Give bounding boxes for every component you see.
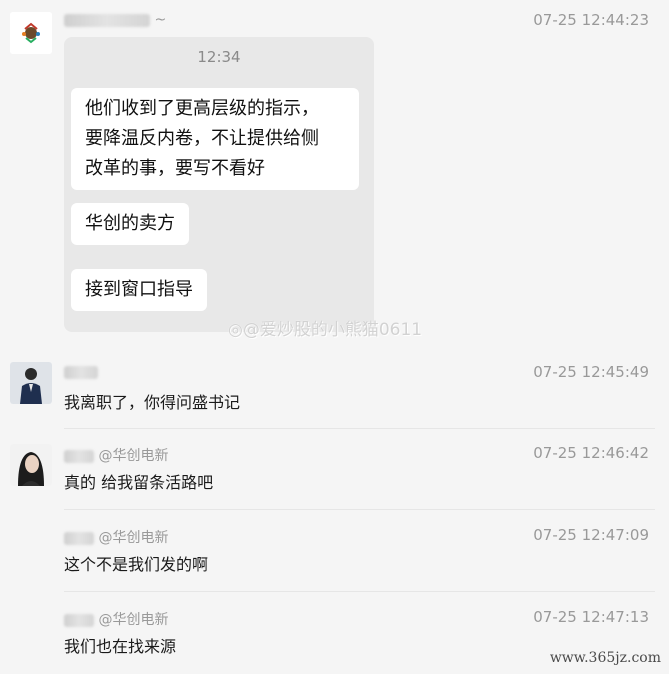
chat-history: ~ 07-25 12:44:23 12:34 他们收到了更高层级的指示， 要降温…	[0, 0, 669, 674]
sender-name: @华创电新	[64, 445, 168, 465]
message-timestamp: 07-25 12:46:42	[533, 444, 649, 462]
sender-name: ~	[64, 12, 166, 28]
weibo-eye-icon: ◎	[228, 320, 243, 340]
screenshot-status-time: 12:34	[197, 48, 241, 66]
message-text: 这个不是我们发的啊	[64, 555, 209, 574]
chat-message: @华创电新 07-25 12:46:42 真的 给我留条活路吧	[0, 436, 669, 506]
message-divider	[64, 509, 655, 510]
woman-portrait-avatar[interactable]	[10, 444, 52, 486]
message-divider	[64, 591, 655, 592]
redacted-name	[64, 365, 98, 379]
message-text: 我离职了，你得问盛书记	[64, 393, 241, 412]
message-divider	[64, 428, 655, 429]
brand-logo-avatar[interactable]	[10, 12, 52, 54]
screenshot-bubble: 他们收到了更高层级的指示， 要降温反内卷，不让提供给侧 改革的事，要写不看好	[71, 88, 359, 190]
redacted-name	[64, 449, 94, 463]
chat-message: 07-25 12:45:49 我离职了，你得问盛书记	[0, 352, 669, 422]
message-timestamp: 07-25 12:47:13	[533, 608, 649, 626]
message-timestamp: 07-25 12:44:23	[533, 11, 649, 29]
chat-message: @华创电新 07-25 12:47:09 这个不是我们发的啊	[0, 518, 669, 588]
sender-name: @华创电新	[64, 527, 168, 547]
redacted-name	[64, 613, 94, 627]
screenshot-bubble: 华创的卖方	[71, 203, 189, 245]
screenshot-bubble: 接到窗口指导	[71, 269, 207, 311]
redacted-name	[64, 13, 150, 27]
site-watermark: www.365jz.com	[549, 650, 661, 666]
sender-name: @华创电新	[64, 609, 168, 629]
weibo-watermark: ◎@爱炒股的小熊猫0611	[228, 320, 423, 340]
message-timestamp: 07-25 12:47:09	[533, 526, 649, 544]
sender-name	[64, 364, 98, 380]
message-text: 我们也在找来源	[64, 637, 177, 656]
redacted-name	[64, 531, 94, 545]
message-timestamp: 07-25 12:45:49	[533, 363, 649, 381]
screenshot-image[interactable]: 12:34 他们收到了更高层级的指示， 要降温反内卷，不让提供给侧 改革的事，要…	[64, 37, 374, 332]
message-text: 真的 给我留条活路吧	[64, 473, 214, 492]
man-in-suit-avatar[interactable]	[10, 362, 52, 404]
chat-message: ~ 07-25 12:44:23 12:34 他们收到了更高层级的指示， 要降温…	[0, 0, 669, 345]
